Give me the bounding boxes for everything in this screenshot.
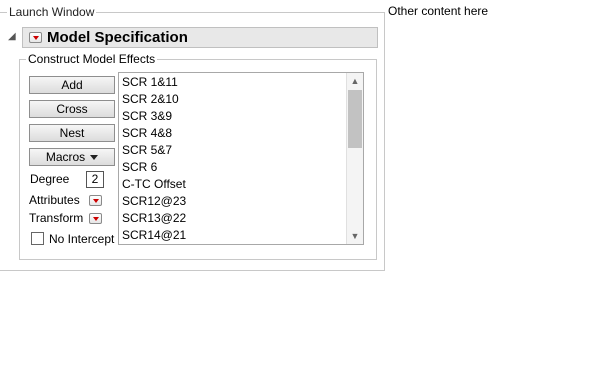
transform-menu-icon[interactable] <box>89 213 102 224</box>
list-item[interactable]: SCR 6 <box>122 159 157 176</box>
list-item[interactable]: SCR 1&11 <box>122 74 178 91</box>
effects-list[interactable]: SCR 1&11 SCR 2&10 SCR 3&9 SCR 4&8 SCR 5&… <box>118 72 364 245</box>
attributes-menu-icon[interactable] <box>89 195 102 206</box>
disclosure-triangle-icon[interactable]: ◢ <box>8 31 18 43</box>
list-item[interactable]: C-TC Offset <box>122 176 186 193</box>
cross-button-label: Cross <box>56 102 88 116</box>
transform-label: Transform <box>29 211 84 225</box>
no-intercept-label: No Intercept <box>49 232 115 246</box>
launch-window-title: Launch Window <box>7 5 97 19</box>
add-button[interactable]: Add <box>29 76 115 94</box>
list-scrollbar[interactable]: ▲ ▼ <box>346 73 363 244</box>
no-intercept-checkbox[interactable] <box>31 232 44 245</box>
nest-button-label: Nest <box>59 126 85 140</box>
list-item[interactable]: SCR 3&9 <box>122 108 172 125</box>
nest-button[interactable]: Nest <box>29 124 115 142</box>
degree-label: Degree <box>30 172 70 186</box>
list-item[interactable]: SCR12@23 <box>122 193 186 210</box>
model-spec-menu-icon[interactable] <box>29 32 42 43</box>
model-spec-title-bar: Model Specification <box>22 27 378 48</box>
list-item[interactable]: SCR14@21 <box>122 227 186 244</box>
add-button-label: Add <box>61 78 83 92</box>
scrollbar-thumb[interactable] <box>348 90 362 148</box>
model-spec-title: Model Specification <box>47 29 188 46</box>
list-item[interactable]: SCR13@22 <box>122 210 186 227</box>
attributes-label: Attributes <box>29 193 80 207</box>
list-item[interactable]: SCR 2&10 <box>122 91 179 108</box>
list-item[interactable]: SCR 4&8 <box>122 125 172 142</box>
other-content-text: Other content here <box>388 4 489 18</box>
scroll-up-icon[interactable]: ▲ <box>347 73 363 89</box>
cross-button[interactable]: Cross <box>29 100 115 118</box>
list-item[interactable]: SCR 5&7 <box>122 142 172 159</box>
model-spec-header: ◢ Model Specification <box>8 27 378 49</box>
macros-button-label: Macros <box>45 150 86 164</box>
construct-model-effects-title: Construct Model Effects <box>26 52 158 66</box>
chevron-down-icon <box>90 155 99 161</box>
scroll-down-icon[interactable]: ▼ <box>347 228 363 244</box>
macros-button[interactable]: Macros <box>29 148 115 166</box>
degree-input[interactable]: 2 <box>86 171 104 188</box>
